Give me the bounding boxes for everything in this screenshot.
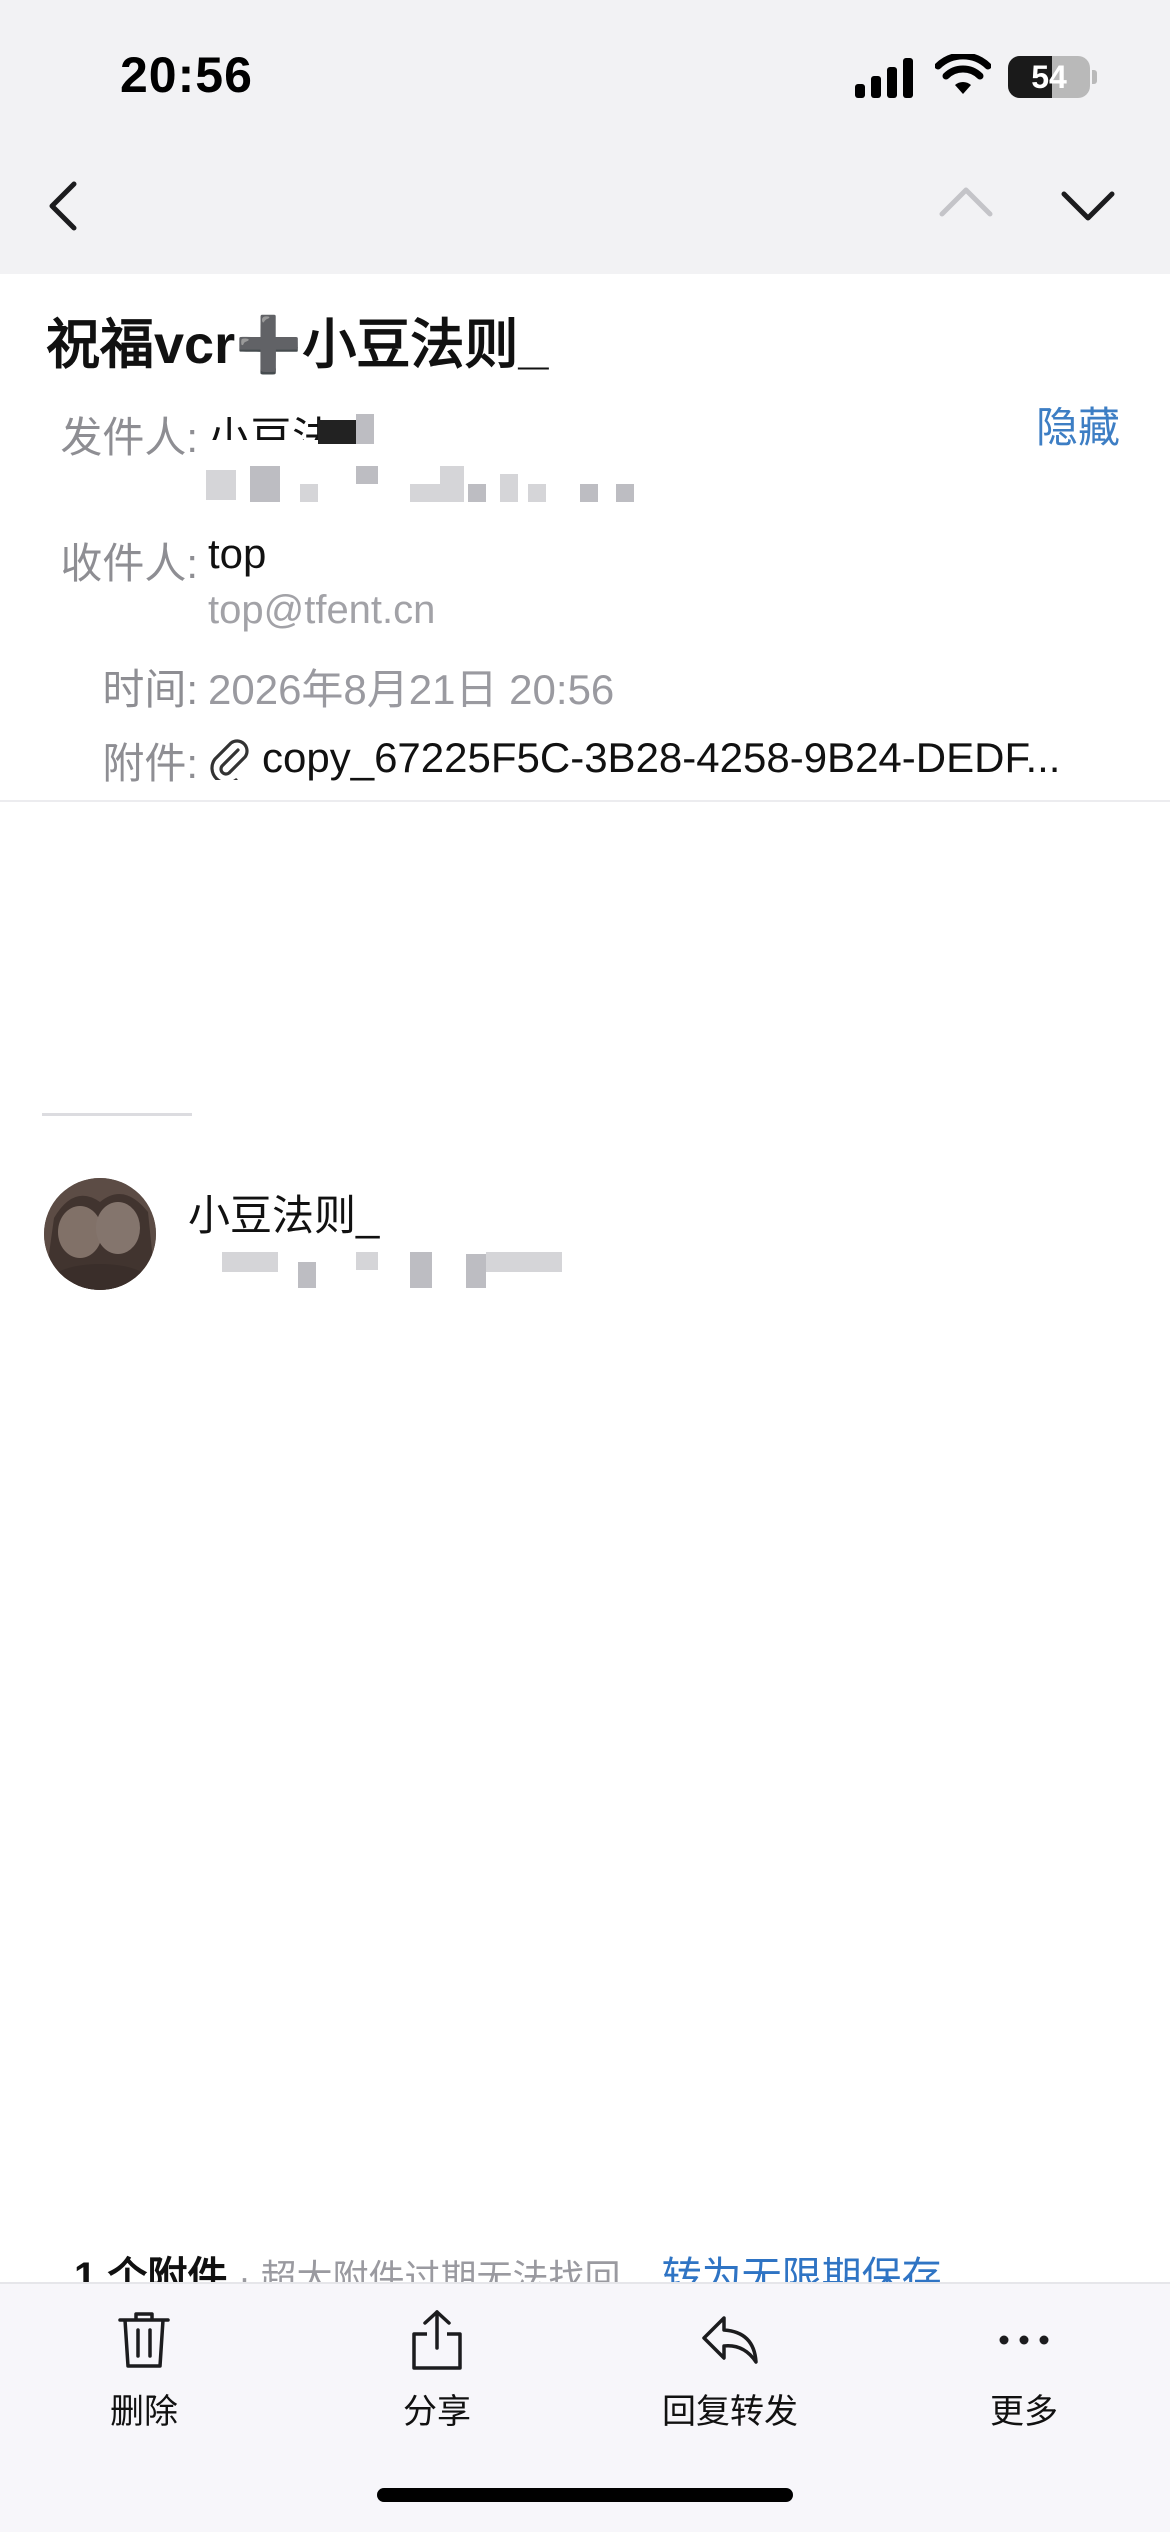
hide-details-link[interactable]: 隐藏 bbox=[1036, 394, 1120, 455]
attachment-file[interactable]: copy_67225F5C-3B28-4258-9B24-DEDF... bbox=[208, 730, 1118, 786]
redacted-block bbox=[500, 474, 518, 502]
avatar-photo bbox=[44, 1178, 156, 1290]
redacted-block bbox=[410, 484, 440, 502]
redacted-block bbox=[250, 466, 280, 502]
to-label: 收件人: bbox=[60, 540, 198, 587]
attachment-count: 1 个附件 bbox=[74, 2255, 228, 2284]
to-name[interactable]: top bbox=[208, 530, 266, 578]
email-subject: 祝福vcr➕小豆法则_ bbox=[46, 315, 549, 375]
redacted-block bbox=[528, 484, 546, 502]
trash-icon bbox=[118, 2312, 170, 2368]
more-label: 更多 bbox=[990, 2393, 1058, 2431]
redacted-block bbox=[440, 466, 464, 502]
share-icon bbox=[412, 2310, 462, 2370]
redacted-block bbox=[300, 484, 318, 502]
delete-button[interactable]: 删除 bbox=[54, 2308, 234, 2433]
next-email-button[interactable] bbox=[1060, 186, 1116, 226]
to-address[interactable]: top@tfent.cn bbox=[208, 588, 435, 633]
redacted-block bbox=[206, 470, 236, 500]
redacted-block bbox=[356, 1252, 378, 1270]
share-label: 分享 bbox=[403, 2393, 471, 2431]
previous-email-button[interactable] bbox=[938, 182, 994, 222]
redacted-block bbox=[410, 1252, 432, 1288]
redacted-block bbox=[356, 414, 374, 444]
share-button[interactable]: 分享 bbox=[347, 2308, 527, 2433]
sender-avatar[interactable] bbox=[44, 1178, 156, 1290]
redacted-block bbox=[222, 1252, 278, 1272]
home-indicator bbox=[377, 2488, 793, 2502]
redacted-block bbox=[580, 484, 598, 502]
battery-icon: 54 bbox=[1008, 56, 1090, 98]
redacted-block bbox=[468, 484, 486, 502]
redacted-block bbox=[298, 1262, 316, 1288]
from-label: 发件人: bbox=[60, 414, 198, 461]
wifi-icon bbox=[935, 54, 991, 94]
attachment-summary: 1 个附件 · 超大附件过期无法找回 转为无限期保存 bbox=[74, 2244, 942, 2284]
attachment-note: · 超大附件过期无法找回 bbox=[238, 2257, 621, 2284]
paperclip-icon bbox=[210, 739, 249, 780]
reply-forward-button[interactable]: 回复转发 bbox=[640, 2308, 820, 2433]
status-time: 20:56 bbox=[120, 47, 253, 103]
redacted-block bbox=[318, 420, 356, 444]
reply-icon bbox=[702, 2316, 758, 2364]
redacted-block bbox=[356, 466, 378, 484]
redacted-block bbox=[616, 484, 634, 502]
delete-label: 删除 bbox=[110, 2393, 178, 2431]
more-button[interactable]: 更多 bbox=[934, 2308, 1114, 2433]
attachment-filename: copy_67225F5C-3B28-4258-9B24-DEDF... bbox=[262, 734, 1061, 781]
redacted-block bbox=[486, 1252, 562, 1272]
battery-percent: 54 bbox=[1031, 59, 1067, 95]
top-bar bbox=[0, 0, 1170, 274]
battery-tip bbox=[1092, 70, 1097, 84]
reply-forward-label: 回复转发 bbox=[662, 2393, 798, 2431]
time-label: 时间: bbox=[102, 666, 198, 713]
signature-divider bbox=[42, 1113, 192, 1116]
time-value: 2026年8月21日 20:56 bbox=[208, 666, 615, 713]
divider bbox=[0, 800, 1170, 802]
attachment-label: 附件: bbox=[102, 740, 198, 787]
signature-name: 小豆法则_ bbox=[188, 1192, 380, 1239]
back-button[interactable] bbox=[40, 176, 90, 236]
more-icon bbox=[999, 2335, 1049, 2345]
save-permanently-link[interactable]: 转为无限期保存 bbox=[662, 2255, 942, 2284]
from-name[interactable]: 小豆法则 bbox=[208, 404, 328, 440]
cellular-signal-icon bbox=[855, 58, 913, 98]
redacted-block bbox=[466, 1254, 486, 1288]
